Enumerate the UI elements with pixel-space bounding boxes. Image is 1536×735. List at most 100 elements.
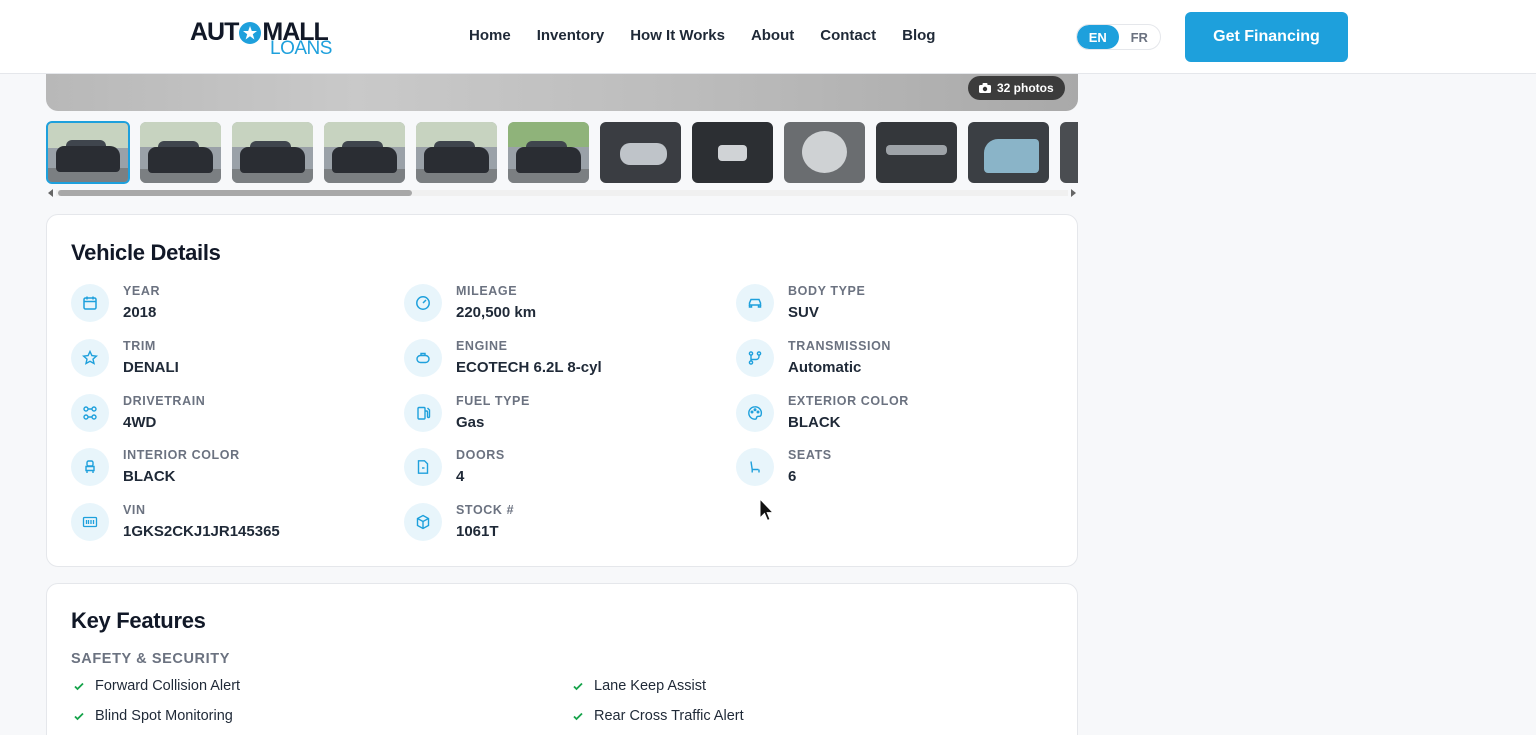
thumbnail[interactable] [968, 122, 1049, 183]
car-icon [736, 284, 774, 322]
thumbnail-strip [46, 120, 1078, 186]
photo-count-badge[interactable]: 32 photos [968, 76, 1065, 100]
scroll-right-arrow-icon[interactable] [1071, 189, 1076, 197]
thumbnail[interactable] [140, 122, 221, 183]
vehicle-details-title: Vehicle Details [71, 240, 221, 265]
star-icon [71, 339, 109, 377]
spec-label: FUEL TYPE [456, 394, 530, 408]
spec-drivetrain: DRIVETRAIN 4WD [71, 394, 391, 434]
spec-transmission: TRANSMISSION Automatic [736, 339, 1056, 379]
main-vehicle-photo[interactable] [46, 74, 1078, 111]
spec-value: BLACK [788, 414, 841, 431]
scrollbar-thumb[interactable] [58, 190, 412, 196]
feature-label: Forward Collision Alert [95, 678, 241, 694]
gauge-icon [404, 284, 442, 322]
spec-label: BODY TYPE [788, 284, 866, 298]
check-icon [74, 712, 84, 721]
spec-mileage: MILEAGE 220,500 km [404, 284, 724, 324]
thumbnail[interactable] [600, 122, 681, 183]
spec-value: 2018 [123, 304, 157, 321]
spec-label: MILEAGE [456, 284, 518, 298]
thumbnail[interactable] [508, 122, 589, 183]
camera-icon [979, 83, 991, 93]
lang-fr-button[interactable]: FR [1119, 25, 1161, 49]
drivetrain-icon [71, 394, 109, 432]
nav-inventory[interactable]: Inventory [537, 27, 605, 44]
spec-body-type: BODY TYPE SUV [736, 284, 1056, 324]
spec-stock: STOCK # 1061T [404, 503, 724, 543]
spec-label: VIN [123, 503, 146, 517]
nav-contact[interactable]: Contact [820, 27, 876, 44]
check-icon [573, 712, 583, 721]
nav-home[interactable]: Home [469, 27, 511, 44]
feature-item: Lane Keep Assist [572, 678, 706, 694]
spec-label: EXTERIOR COLOR [788, 394, 909, 408]
language-toggle: EN FR [1076, 24, 1161, 50]
automall-loans-logo[interactable]: AUT MALL LOANS [190, 18, 336, 59]
thumbnail[interactable] [232, 122, 313, 183]
car-seat-icon [71, 448, 109, 486]
scroll-left-arrow-icon[interactable] [48, 189, 53, 197]
box-icon [404, 503, 442, 541]
spec-label: INTERIOR COLOR [123, 448, 240, 462]
spec-value: Automatic [788, 359, 862, 376]
logo-text-loans: LOANS [270, 38, 332, 59]
nav-blog[interactable]: Blog [902, 27, 935, 44]
thumbnail[interactable] [416, 122, 497, 183]
lang-en-button[interactable]: EN [1077, 25, 1119, 49]
spec-trim: TRIM DENALI [71, 339, 391, 379]
spec-value: 220,500 km [456, 304, 537, 321]
nav-about[interactable]: About [751, 27, 794, 44]
barcode-icon [71, 503, 109, 541]
spec-label: TRANSMISSION [788, 339, 892, 353]
spec-engine: ENGINE ECOTECH 6.2L 8-cyl [404, 339, 724, 379]
spec-exterior-color: EXTERIOR COLOR BLACK [736, 394, 1056, 434]
spec-label: YEAR [123, 284, 161, 298]
mouse-cursor-icon [759, 498, 775, 522]
logo-text-aut: AUT [190, 18, 239, 46]
palette-icon [736, 394, 774, 432]
spec-value: 1GKS2CKJ1JR145365 [123, 523, 280, 540]
key-features-title: Key Features [71, 608, 206, 633]
calendar-icon [71, 284, 109, 322]
spec-value: SUV [788, 304, 819, 321]
feature-label: Rear Cross Traffic Alert [594, 708, 744, 724]
spec-value: BLACK [123, 468, 176, 485]
spec-value: ECOTECH 6.2L 8-cyl [456, 359, 602, 376]
door-icon [404, 448, 442, 486]
thumbnail[interactable] [784, 122, 865, 183]
feature-label: Blind Spot Monitoring [95, 708, 233, 724]
feature-group-title: SAFETY & SECURITY [71, 651, 230, 667]
thumbnail[interactable] [46, 121, 130, 184]
thumbnail[interactable] [876, 122, 957, 183]
spec-vin: VIN 1GKS2CKJ1JR145365 [71, 503, 391, 543]
spec-label: TRIM [123, 339, 156, 353]
spec-label: DOORS [456, 448, 505, 462]
site-header: AUT MALL LOANS Home Inventory How It Wor… [0, 0, 1536, 74]
logo-star-icon [239, 21, 262, 44]
spec-fuel-type: FUEL TYPE Gas [404, 394, 724, 434]
nav-how-it-works[interactable]: How It Works [630, 27, 725, 44]
spec-label: SEATS [788, 448, 832, 462]
photo-count-label: 32 photos [997, 81, 1054, 95]
spec-doors: DOORS 4 [404, 448, 724, 488]
feature-item: Forward Collision Alert [73, 678, 240, 694]
thumbnail[interactable] [1060, 122, 1078, 183]
feature-label: Lane Keep Assist [594, 678, 707, 694]
thumbnail-scrollbar[interactable] [46, 188, 1078, 198]
spec-value: 4WD [123, 414, 157, 431]
get-financing-button[interactable]: Get Financing [1185, 12, 1348, 62]
seat-icon [736, 448, 774, 486]
check-icon [74, 682, 84, 691]
spec-label: STOCK # [456, 503, 515, 517]
transmission-icon [736, 339, 774, 377]
thumbnail[interactable] [692, 122, 773, 183]
thumbnail[interactable] [324, 122, 405, 183]
feature-item: Rear Cross Traffic Alert [572, 708, 744, 724]
spec-interior-color: INTERIOR COLOR BLACK [71, 448, 391, 488]
fuel-icon [404, 394, 442, 432]
spec-value: 6 [788, 468, 797, 485]
spec-value: 1061T [456, 523, 499, 540]
feature-item: Blind Spot Monitoring [73, 708, 233, 724]
spec-label: ENGINE [456, 339, 508, 353]
